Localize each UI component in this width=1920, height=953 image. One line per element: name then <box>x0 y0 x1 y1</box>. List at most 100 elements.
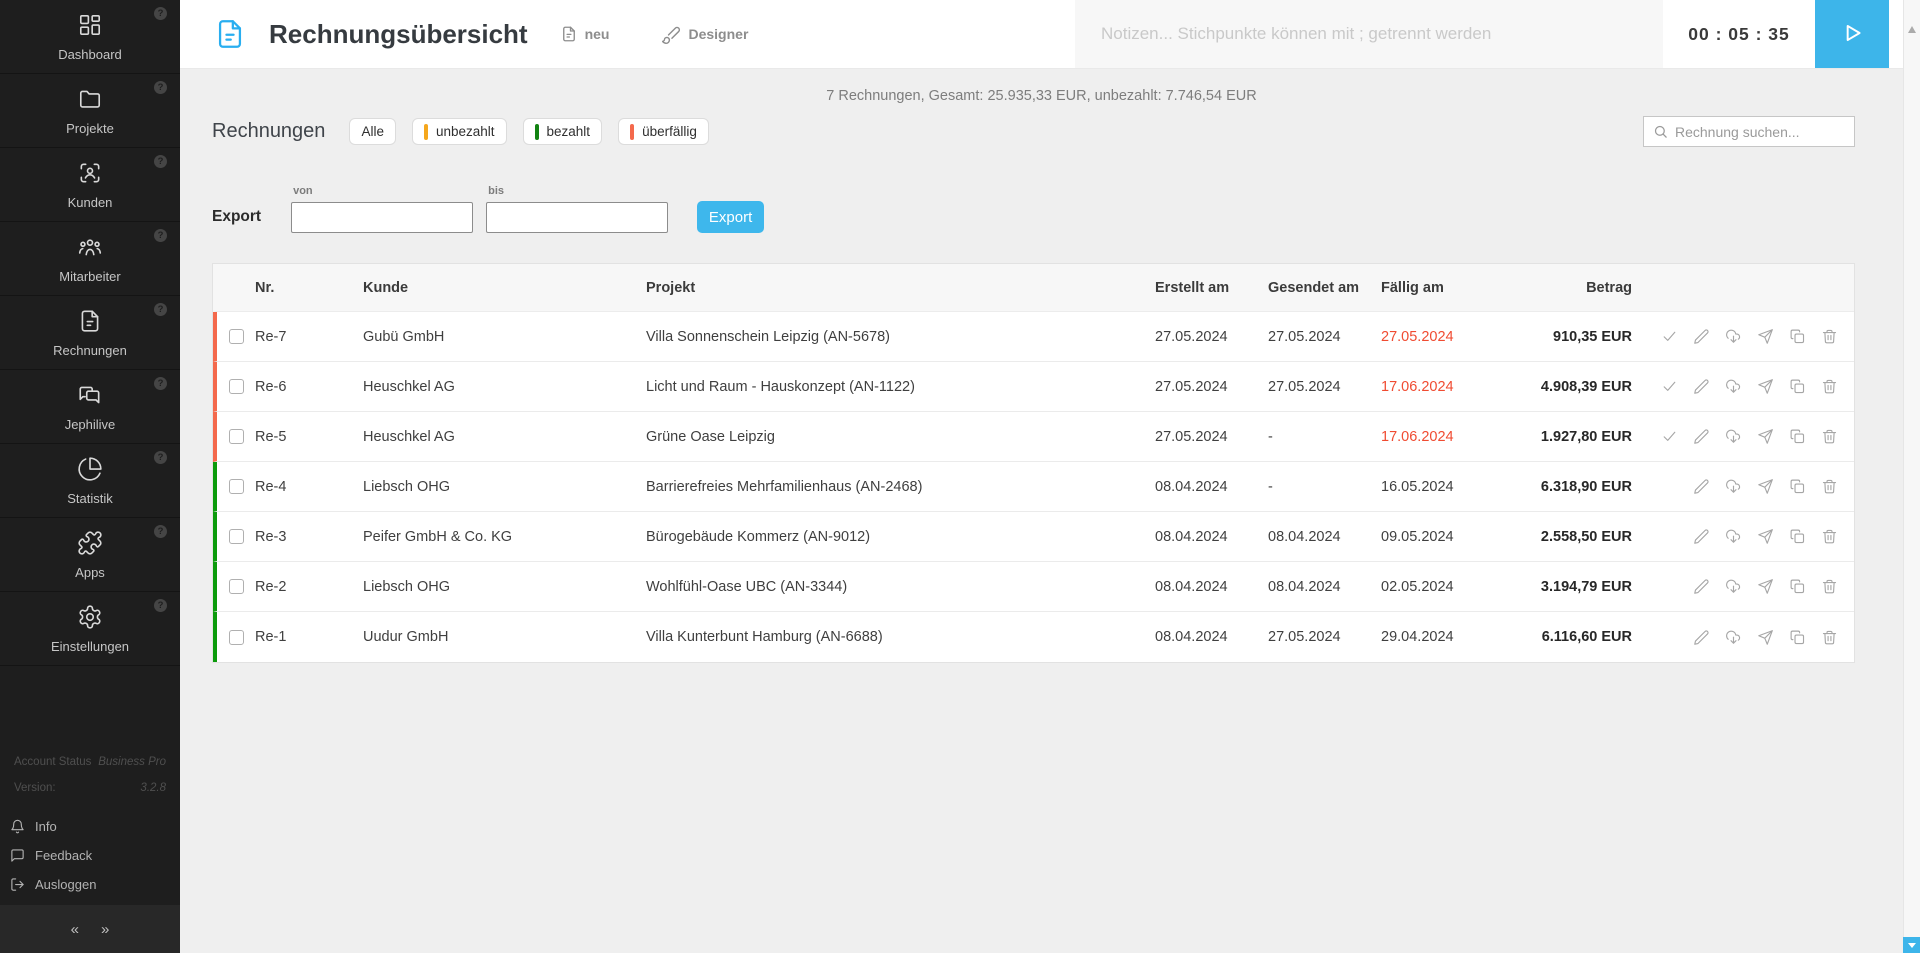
sidebar-item-apps[interactable]: ? Apps <box>0 518 180 592</box>
vertical-scrollbar[interactable] <box>1903 0 1920 953</box>
action-delete-icon[interactable] <box>1821 328 1838 345</box>
column-header-f-llig-am: Fällig am <box>1381 279 1444 296</box>
export-from-input[interactable] <box>291 202 474 233</box>
sidebar-item-dashboard[interactable]: ? Dashboard <box>0 0 180 74</box>
sidebar-item-rechnungen[interactable]: ? Rechnungen <box>0 296 180 370</box>
action-download-icon[interactable] <box>1725 578 1742 595</box>
action-mark-paid-icon[interactable] <box>1661 428 1678 445</box>
export-to-input[interactable] <box>486 202 669 233</box>
action-download-icon[interactable] <box>1725 378 1742 395</box>
action-download-icon[interactable] <box>1725 478 1742 495</box>
row-checkbox[interactable] <box>228 429 244 444</box>
sidebar-item-kunden[interactable]: ? Kunden <box>0 148 180 222</box>
search-input[interactable] <box>1675 123 1845 140</box>
sidebar-footer-links: Info Feedback Ausloggen <box>0 812 180 899</box>
action-send-icon[interactable] <box>1757 378 1774 395</box>
sidebar-item-label: Projekte <box>66 120 114 136</box>
action-delete-icon[interactable] <box>1821 629 1838 646</box>
action-send-icon[interactable] <box>1757 629 1774 646</box>
action-download-icon[interactable] <box>1725 328 1742 345</box>
action-download-icon[interactable] <box>1725 629 1742 646</box>
action-mark-paid-icon[interactable] <box>1661 378 1678 395</box>
filter-chip-alle[interactable]: Alle <box>349 118 396 145</box>
filter-chip-berf-llig[interactable]: überfällig <box>618 118 709 145</box>
list-heading: Rechnungen <box>212 120 326 142</box>
row-checkbox[interactable] <box>228 629 244 645</box>
action-mark-paid-icon[interactable] <box>1661 328 1678 345</box>
action-delete-icon[interactable] <box>1821 528 1838 545</box>
sidebar-item-statistik[interactable]: ? Statistik <box>0 444 180 518</box>
collapse-right-icon[interactable]: » <box>101 921 109 938</box>
row-checkbox[interactable] <box>228 479 244 494</box>
row-checkbox[interactable] <box>228 529 244 544</box>
invoice-kunde: Gubü GmbH <box>363 328 445 345</box>
designer-button[interactable]: Designer <box>661 25 748 45</box>
action-edit-icon[interactable] <box>1693 328 1710 345</box>
action-send-icon[interactable] <box>1757 328 1774 345</box>
invoice-erstellt-am: 08.04.2024 <box>1155 528 1228 545</box>
row-actions <box>1632 428 1854 445</box>
sidebar-link-feedback[interactable]: Feedback <box>10 841 180 870</box>
filter-row: Rechnungen Alle unbezahlt bezahlt überfälli… <box>212 116 1855 147</box>
action-duplicate-icon[interactable] <box>1789 328 1806 345</box>
action-send-icon[interactable] <box>1757 528 1774 545</box>
invoice-nr: Re-3 <box>255 528 287 545</box>
action-delete-icon[interactable] <box>1821 428 1838 445</box>
help-icon[interactable]: ? <box>154 7 167 20</box>
timer-play-button[interactable] <box>1815 0 1889 68</box>
sidebar-item-mitarbeiter[interactable]: ? Mitarbeiter <box>0 222 180 296</box>
row-checkbox[interactable] <box>228 379 244 394</box>
action-duplicate-icon[interactable] <box>1789 478 1806 495</box>
export-button[interactable]: Export <box>697 201 765 233</box>
row-checkbox[interactable] <box>228 329 244 344</box>
team-icon <box>77 234 103 260</box>
help-icon[interactable]: ? <box>154 229 167 242</box>
notes-input[interactable] <box>1075 0 1663 68</box>
action-duplicate-icon[interactable] <box>1789 578 1806 595</box>
action-send-icon[interactable] <box>1757 578 1774 595</box>
sidebar-item-projekte[interactable]: ? Projekte <box>0 74 180 148</box>
help-icon[interactable]: ? <box>154 525 167 538</box>
help-icon[interactable]: ? <box>154 451 167 464</box>
action-duplicate-icon[interactable] <box>1789 378 1806 395</box>
action-duplicate-icon[interactable] <box>1789 629 1806 646</box>
action-edit-icon[interactable] <box>1693 528 1710 545</box>
invoice-erstellt-am: 08.04.2024 <box>1155 478 1228 495</box>
action-edit-icon[interactable] <box>1693 629 1710 646</box>
export-to-group: bis <box>486 185 669 233</box>
help-icon[interactable]: ? <box>154 155 167 168</box>
sidebar-item-jephilive[interactable]: ? Jephilive <box>0 370 180 444</box>
action-download-icon[interactable] <box>1725 528 1742 545</box>
action-send-icon[interactable] <box>1757 428 1774 445</box>
action-delete-icon[interactable] <box>1821 578 1838 595</box>
action-send-icon[interactable] <box>1757 478 1774 495</box>
help-icon[interactable]: ? <box>154 81 167 94</box>
filter-chip-unbezahlt[interactable]: unbezahlt <box>411 118 507 145</box>
new-invoice-button[interactable]: neu <box>560 25 609 43</box>
filter-chip-bezahlt[interactable]: bezahlt <box>522 118 603 145</box>
action-download-icon[interactable] <box>1725 428 1742 445</box>
invoice-faellig-am: 17.06.2024 <box>1381 378 1454 395</box>
action-duplicate-icon[interactable] <box>1789 428 1806 445</box>
action-edit-icon[interactable] <box>1693 478 1710 495</box>
sidebar-item-einstellungen[interactable]: ? Einstellungen <box>0 592 180 666</box>
action-delete-icon[interactable] <box>1821 378 1838 395</box>
scroll-down-icon[interactable] <box>1903 937 1920 953</box>
row-checkbox[interactable] <box>228 579 244 594</box>
sidebar-link-ausloggen[interactable]: Ausloggen <box>10 870 180 899</box>
invoice-betrag: 910,35 EUR <box>1553 328 1632 345</box>
invoice-projekt: Barrierefreies Mehrfamilienhaus (AN-2468… <box>646 478 923 495</box>
invoice-faellig-am: 27.05.2024 <box>1381 328 1454 345</box>
action-edit-icon[interactable] <box>1693 578 1710 595</box>
invoice-row: Re-4 Liebsch OHG Barrierefreies Mehrfamili… <box>213 462 1854 512</box>
action-duplicate-icon[interactable] <box>1789 528 1806 545</box>
scroll-up-icon[interactable] <box>1908 26 1916 33</box>
help-icon[interactable]: ? <box>154 377 167 390</box>
help-icon[interactable]: ? <box>154 303 167 316</box>
action-edit-icon[interactable] <box>1693 378 1710 395</box>
action-edit-icon[interactable] <box>1693 428 1710 445</box>
sidebar-link-info[interactable]: Info <box>10 812 180 841</box>
collapse-left-icon[interactable]: « <box>71 921 79 938</box>
action-delete-icon[interactable] <box>1821 478 1838 495</box>
help-icon[interactable]: ? <box>154 599 167 612</box>
